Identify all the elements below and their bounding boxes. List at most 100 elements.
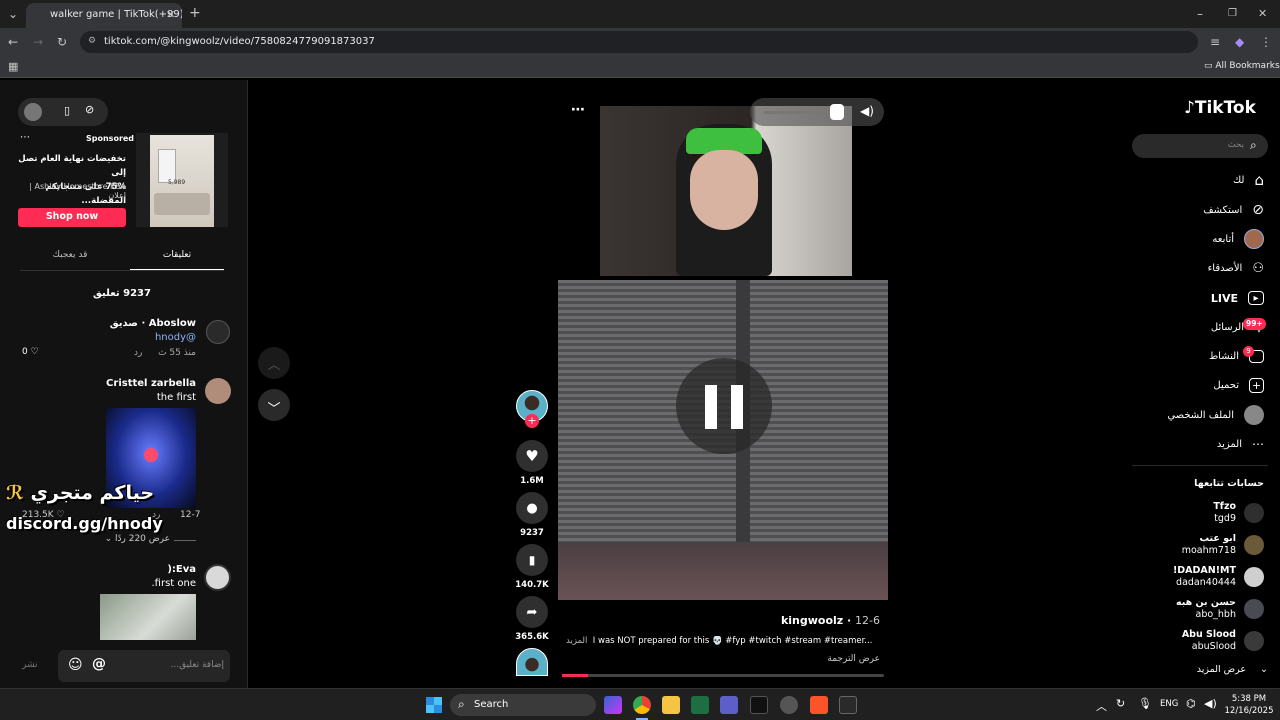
language-indicator[interactable]: ENG — [1160, 699, 1178, 709]
previous-video-button[interactable]: ︿ — [258, 347, 290, 379]
avatar[interactable] — [206, 320, 230, 344]
window-close-icon[interactable]: ✕ — [1258, 7, 1267, 21]
menu-icon[interactable]: ⋮ — [1260, 35, 1272, 49]
like-button[interactable]: ♥ — [516, 440, 548, 472]
comment-author[interactable]: Aboslow · صديق — [20, 318, 196, 329]
chrome-icon[interactable] — [633, 696, 651, 714]
following-account[interactable]: ابو عتب moahm718 — [1182, 533, 1264, 557]
following-account[interactable]: Tfzo tgd9 — [1213, 501, 1264, 525]
search-box[interactable]: بحث ⌕ — [1132, 134, 1268, 158]
nav-activity[interactable]: النشاط — [1209, 346, 1264, 366]
nav-profile[interactable]: الملف الشخصي — [1167, 405, 1264, 425]
windows-start-icon[interactable] — [426, 697, 442, 713]
nav-for-you[interactable]: لك ⌂ — [1233, 170, 1264, 190]
extension-icon[interactable]: ◆ — [1235, 35, 1244, 49]
ad-image[interactable]: 5,989 — [136, 133, 228, 227]
messages-badge: 99+ — [1243, 318, 1266, 330]
copilot-icon[interactable] — [604, 696, 622, 714]
save-button[interactable]: ▮ — [516, 544, 548, 576]
minimize-icon[interactable]: – — [1197, 7, 1203, 21]
reply-button[interactable]: رد — [134, 348, 142, 358]
post-button[interactable]: نشر — [22, 660, 38, 670]
comment-input[interactable]: ☺ @ إضافة تعليق... — [58, 650, 230, 682]
tab-comments[interactable]: تعليقات — [130, 250, 224, 260]
comment-text[interactable]: @hnody — [20, 332, 196, 343]
site-info-icon[interactable]: ⚙ — [88, 36, 96, 46]
search-icon[interactable]: ⌕ — [1250, 138, 1257, 153]
nav-label: LIVE — [1210, 291, 1238, 305]
sync-icon[interactable]: ↻ — [1116, 697, 1125, 710]
teams-icon[interactable] — [720, 696, 738, 714]
following-account[interactable]: Abu Slood abuSlood — [1182, 629, 1264, 653]
following-account[interactable]: !DADAN!MT dadan40444 — [1173, 565, 1264, 589]
close-tab-icon[interactable]: ✕ — [166, 8, 175, 22]
volume-control[interactable]: ◀) — [750, 98, 884, 126]
video-more-icon[interactable]: ⋯ — [571, 102, 585, 118]
follow-plus-icon[interactable]: + — [525, 414, 539, 428]
forward-icon[interactable]: → — [33, 35, 43, 49]
nav-upload[interactable]: تحميل + — [1213, 375, 1264, 395]
nav-divider — [1132, 465, 1268, 466]
back-icon[interactable]: ← — [8, 35, 18, 49]
compass-icon[interactable]: ⊘ — [85, 103, 94, 116]
comment-image[interactable] — [100, 594, 196, 640]
following-account[interactable]: حسن بن هبه abo_hbh — [1176, 597, 1264, 621]
sound-avatar[interactable] — [516, 648, 548, 676]
tab-you-may-like[interactable]: قد يعجبك — [20, 250, 120, 260]
video-author[interactable]: kingwoolz — [781, 614, 843, 627]
tray-overflow-icon[interactable]: ︿ — [1096, 698, 1107, 714]
network-icon[interactable]: ⌬ — [1186, 697, 1196, 710]
see-more-button[interactable]: ⌄ عرض المزيد — [1132, 664, 1268, 675]
nav-following[interactable]: أتابعه — [1212, 229, 1264, 249]
clock[interactable]: 5:38 PM 12/16/2025 — [1224, 693, 1274, 717]
new-tab-icon[interactable]: + — [189, 6, 201, 20]
ad-menu-icon[interactable]: ⋯ — [20, 132, 30, 143]
tiktok-logo[interactable]: ♪TikTok — [1184, 98, 1256, 118]
nav-friends[interactable]: الأصدقاء ⚇ — [1208, 258, 1264, 278]
tab-search-icon[interactable]: ⌄ — [8, 7, 18, 21]
discord-icon[interactable] — [780, 696, 798, 714]
nav-live[interactable]: LIVE ▸ — [1211, 288, 1264, 308]
shop-now-button[interactable]: Shop now — [18, 208, 126, 227]
excel-icon[interactable] — [691, 696, 709, 714]
video-player[interactable] — [558, 280, 888, 600]
reload-icon[interactable]: ↻ — [57, 35, 67, 49]
emoji-icon[interactable]: ☺ — [68, 657, 83, 673]
next-video-button[interactable]: ﹀ — [258, 389, 290, 421]
speaker-icon[interactable]: ◀) — [860, 104, 874, 118]
comment-author[interactable]: Cristtel zarbella — [20, 378, 196, 389]
save-count: 140.7K — [515, 580, 549, 590]
view-replies-button[interactable]: عرض 220 ردًا ⌄ — [60, 534, 170, 544]
pause-button[interactable] — [676, 358, 772, 454]
volume-icon[interactable]: ◀) — [1204, 697, 1217, 710]
translate-button[interactable]: عرض الترجمة — [560, 654, 880, 664]
all-bookmarks[interactable]: ▭ All Bookmarks — [1204, 61, 1280, 71]
globe-icon[interactable] — [24, 103, 42, 121]
share-count: 365.6K — [515, 632, 549, 642]
file-explorer-icon[interactable] — [662, 696, 680, 714]
avatar — [1244, 631, 1264, 651]
caption-more-button[interactable]: المزيد — [566, 636, 587, 646]
avatar[interactable] — [204, 564, 231, 591]
address-bar[interactable]: ⚙ tiktok.com/@kingwoolz/video/7580824779… — [80, 31, 1198, 53]
brave-icon[interactable] — [810, 696, 828, 714]
comment-author[interactable]: Eva:( — [20, 564, 196, 575]
browser-tab[interactable]: walker game | TikTok(+99) — [26, 3, 182, 28]
phone-icon[interactable]: ▯ — [64, 104, 70, 117]
mention-icon[interactable]: @ — [92, 656, 106, 672]
epic-games-icon[interactable] — [839, 696, 857, 714]
restore-icon[interactable]: ❐ — [1228, 7, 1237, 21]
microphone-icon[interactable]: 🎙 — [1138, 697, 1152, 710]
video-progress-track[interactable] — [562, 674, 884, 677]
apps-icon[interactable]: ▦ — [8, 60, 18, 74]
app-icon[interactable] — [750, 696, 768, 714]
nav-explore[interactable]: استكشف ⊘ — [1203, 200, 1264, 220]
media-icon[interactable]: ≡ — [1210, 35, 1220, 49]
comment-button[interactable]: ● — [516, 492, 548, 524]
volume-thumb[interactable] — [830, 104, 844, 120]
comment-likes[interactable]: 0 ♡ — [22, 347, 39, 357]
taskbar-search[interactable]: ⌕ Search — [450, 694, 596, 716]
avatar[interactable] — [205, 378, 231, 404]
nav-more[interactable]: المزيد ⋯ — [1217, 434, 1264, 454]
share-button[interactable]: ➦ — [516, 596, 548, 628]
